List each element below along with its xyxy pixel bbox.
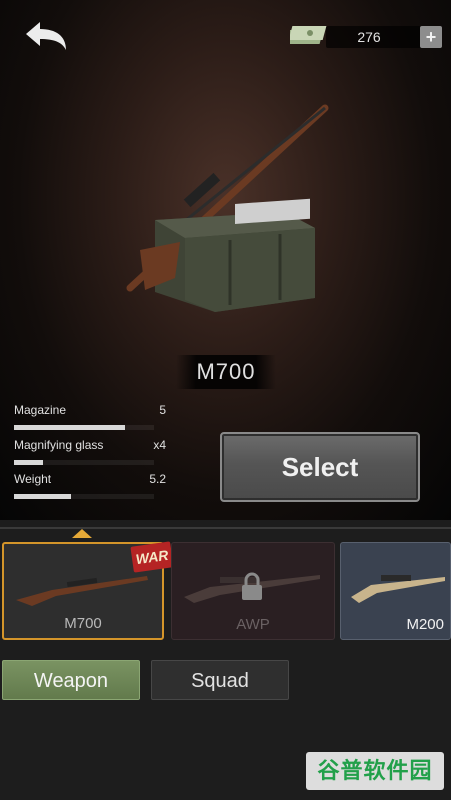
tab-weapon[interactable]: Weapon [2,660,140,700]
selection-pointer-icon [72,529,92,538]
card-label: M200 [406,616,444,633]
lock-icon [242,572,262,600]
weapon-name: M700 [176,355,276,389]
weapon-card-m200[interactable]: M200 [340,542,451,640]
stat-value: 5.2 [149,472,166,486]
panel-divider [0,527,451,529]
currency-amount: 276 [357,29,381,45]
war-tag-badge: WAR [130,541,174,573]
rifle-m700-icon [16,576,148,606]
cash-stack-icon [290,26,327,44]
back-arrow-icon[interactable] [22,18,72,54]
rifle-m200-icon [351,575,445,603]
stat-label: Magazine [14,403,67,417]
add-currency-button[interactable]: + [420,26,442,48]
stat-bar [14,494,154,499]
stat-weight: Weight 5.2 [14,472,166,506]
stat-value: 5 [159,403,166,417]
stat-magnifying-glass: Magnifying glass x4 [14,438,166,472]
watermark-logo: 谷普软件园 [306,752,444,790]
card-label: M700 [64,615,102,632]
stat-label: Weight [14,472,52,486]
stat-value: x4 [153,438,166,452]
stat-bar [14,425,154,430]
select-button[interactable]: Select [220,432,420,502]
stat-bar [14,460,154,465]
stat-label: Magnifying glass [14,438,104,452]
card-label: AWP [236,616,270,633]
currency-display: 276 + [290,20,442,50]
weapon-crate-image [126,104,329,312]
tab-squad[interactable]: Squad [151,660,289,700]
stat-magazine: Magazine 5 [14,403,166,437]
